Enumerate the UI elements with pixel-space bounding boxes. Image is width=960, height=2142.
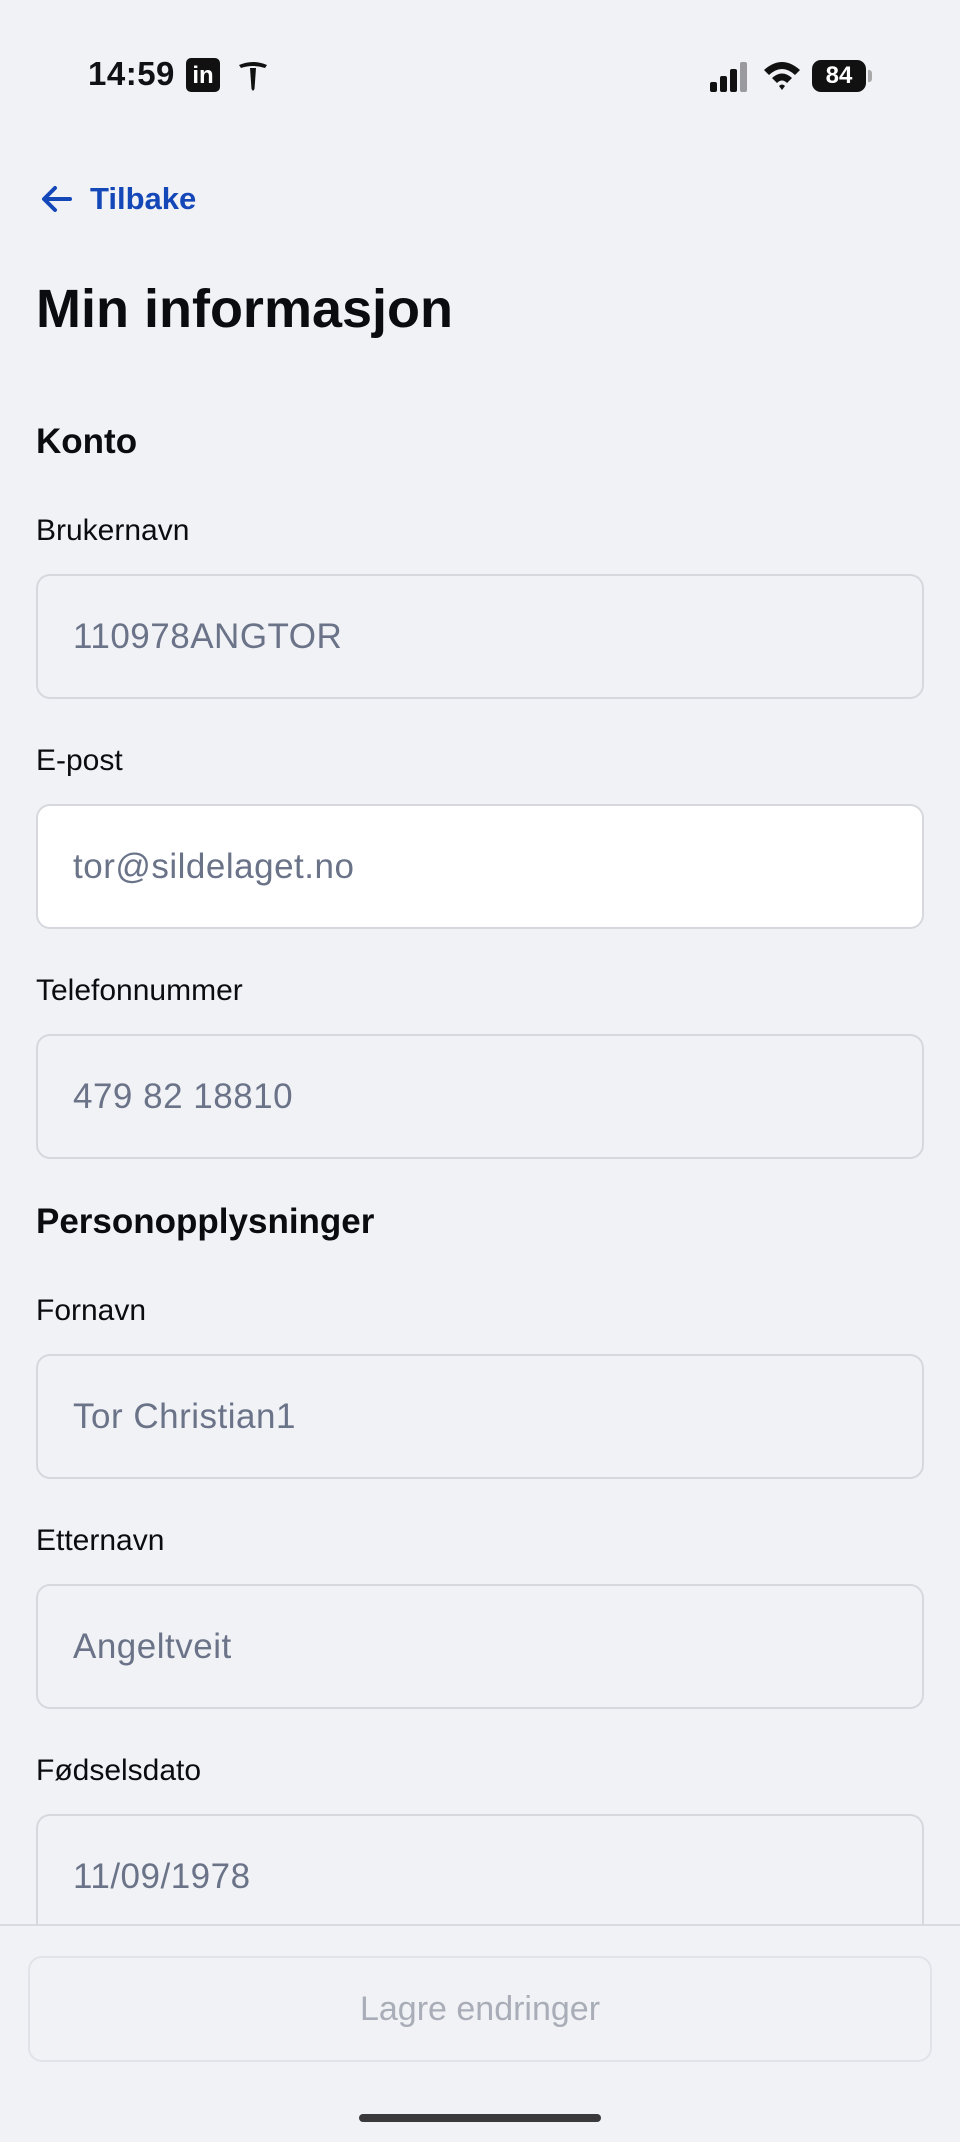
username-input <box>73 616 922 657</box>
username-field <box>36 574 924 699</box>
email-field[interactable] <box>36 804 924 929</box>
phone-label: Telefonnummer <box>36 974 243 1007</box>
status-time: 14:59 <box>88 55 175 92</box>
battery-level: 84 <box>812 60 866 92</box>
first-name-input <box>73 1396 922 1437</box>
last-name-field <box>36 1584 924 1709</box>
arrow-left-icon <box>42 186 72 212</box>
linkedin-icon: in <box>186 58 220 92</box>
save-button[interactable]: Lagre endringer <box>28 1956 932 2062</box>
status-bar: 14:59 in 84 <box>0 0 960 150</box>
back-label: Tilbake <box>90 181 197 216</box>
phone-field <box>36 1034 924 1159</box>
username-label: Brukernavn <box>36 514 190 547</box>
last-name-label: Etternavn <box>36 1524 165 1557</box>
page-title: Min informasjon <box>36 279 453 339</box>
screen: 14:59 in 84 Tilbake Min informasjon Kont… <box>0 0 960 2142</box>
phone-input <box>73 1076 922 1117</box>
email-input[interactable] <box>73 846 922 887</box>
battery-icon: 84 <box>812 60 872 92</box>
section-title-account: Konto <box>36 422 138 461</box>
tesla-icon <box>239 62 267 91</box>
last-name-input <box>73 1626 922 1667</box>
wifi-icon <box>764 62 800 90</box>
bottom-bar: Lagre endringer <box>0 1924 960 2142</box>
back-button[interactable]: Tilbake <box>36 176 196 222</box>
birth-date-input <box>73 1856 922 1897</box>
section-title-personal: Personopplysninger <box>36 1202 375 1241</box>
first-name-field <box>36 1354 924 1479</box>
birth-date-label: Fødselsdato <box>36 1754 202 1787</box>
birth-date-field <box>36 1814 924 1939</box>
home-indicator[interactable] <box>359 2114 601 2122</box>
signal-icon <box>710 62 747 92</box>
battery-tip <box>868 70 872 82</box>
email-label: E-post <box>36 744 123 777</box>
first-name-label: Fornavn <box>36 1294 147 1327</box>
